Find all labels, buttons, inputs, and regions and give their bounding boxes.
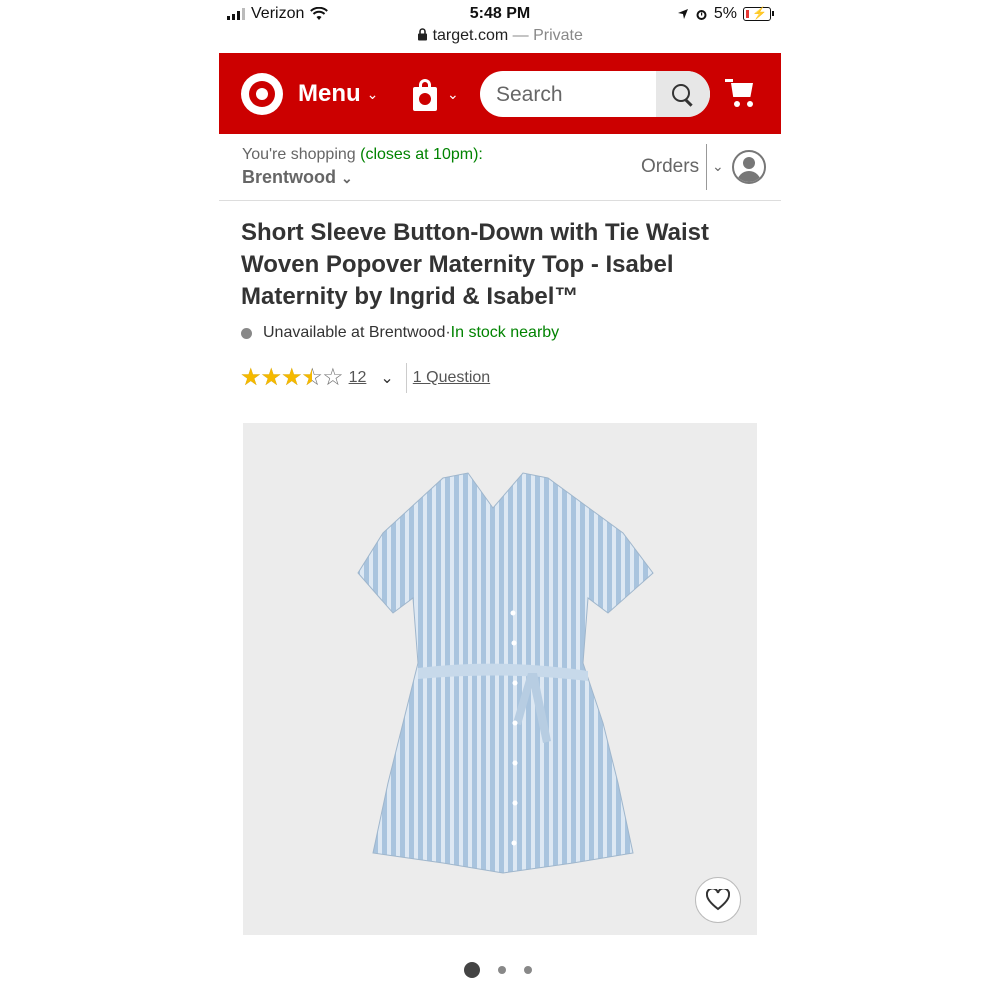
shopping-bag-icon[interactable] xyxy=(409,77,439,111)
review-count-link[interactable]: 12 xyxy=(349,369,367,387)
product-photo xyxy=(357,472,654,874)
search-bar xyxy=(480,71,710,117)
battery-percent: 5% xyxy=(713,5,737,22)
status-dot-icon xyxy=(241,327,252,339)
location-icon xyxy=(677,9,688,19)
favorite-button[interactable] xyxy=(695,877,741,923)
gallery-dot[interactable] xyxy=(498,966,506,974)
search-icon xyxy=(672,84,690,102)
target-logo-icon[interactable] xyxy=(241,73,283,115)
orders-link[interactable]: Orders xyxy=(641,156,699,178)
product-image[interactable] xyxy=(243,423,757,935)
divider xyxy=(405,363,407,393)
phone-screen: Verizon 5:48 PM 5% ⚡ target.com — Privat… xyxy=(219,0,781,1000)
search-button[interactable] xyxy=(656,71,710,117)
store-availability: Unavailable at Brentwood xyxy=(263,324,446,341)
lock-icon xyxy=(418,28,428,41)
gallery-pagination xyxy=(464,962,532,978)
address-bar[interactable]: target.com — Private xyxy=(219,27,781,45)
search-input[interactable] xyxy=(494,79,648,111)
star-rating[interactable]: ☆☆☆☆☆ ★★★★★ xyxy=(240,365,344,391)
gallery-dot[interactable] xyxy=(524,966,532,974)
store-selector-row: You're shopping (closes at 10pm): Brentw… xyxy=(219,134,781,201)
product-title: Short Sleeve Button-Down with Tie Waist … xyxy=(241,219,710,310)
url-text: target.com xyxy=(432,27,509,44)
chevron-down-icon[interactable]: ⌄ xyxy=(380,368,393,388)
shopping-at-label: You're shopping (closes at 10pm): xyxy=(242,146,483,164)
chevron-down-icon: ⌄ xyxy=(341,170,353,186)
alarm-icon xyxy=(696,9,707,20)
menu-label: Menu xyxy=(298,80,361,107)
cart-icon[interactable] xyxy=(725,79,759,109)
questions-link[interactable]: 1 Question xyxy=(413,369,490,387)
account-icon[interactable] xyxy=(732,150,766,184)
chevron-down-icon: ⌄ xyxy=(366,85,379,102)
menu-button[interactable]: Menu ⌄ xyxy=(298,80,378,108)
gallery-dot[interactable] xyxy=(464,962,480,978)
store-selector[interactable]: Brentwood ⌄ xyxy=(242,167,353,188)
chevron-down-icon[interactable]: ⌄ xyxy=(447,86,459,103)
shopping-prefix: You're shopping xyxy=(242,146,361,163)
private-label: — Private xyxy=(512,27,583,44)
stock-nearby-link[interactable]: In stock nearby xyxy=(451,324,560,342)
battery-icon: ⚡ xyxy=(743,6,774,21)
chevron-down-icon[interactable]: ⌄ xyxy=(712,158,724,175)
star-icon: ★★★★★ xyxy=(240,365,312,391)
heart-icon xyxy=(706,889,730,911)
site-header: Menu ⌄ ⌄ xyxy=(219,53,781,134)
divider xyxy=(706,144,707,190)
store-name: Brentwood xyxy=(242,167,336,187)
store-hours: (closes at 10pm): xyxy=(360,146,483,163)
rating-row: ☆☆☆☆☆ ★★★★★ 12 ⌄ 1 Question xyxy=(240,363,490,393)
availability-row: Unavailable at Brentwood · In stock near… xyxy=(241,324,559,342)
status-bar: Verizon 5:48 PM 5% ⚡ xyxy=(219,0,781,26)
status-right: 5% ⚡ xyxy=(677,5,774,23)
